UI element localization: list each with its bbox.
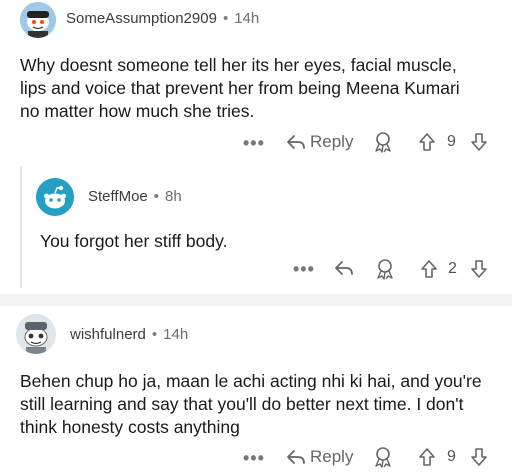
more-options-button[interactable]: ••• — [243, 133, 265, 154]
username[interactable]: SteffMoe — [88, 188, 148, 205]
downvote-arrow-icon — [471, 448, 487, 466]
vote-count: 2 — [448, 260, 457, 277]
thread-line — [20, 166, 22, 288]
snoo-avatar-icon — [16, 314, 56, 354]
award-button[interactable] — [372, 131, 394, 153]
timestamp: 8h — [165, 188, 182, 205]
avatar[interactable] — [36, 178, 74, 216]
downvote-arrow-icon — [471, 133, 487, 151]
reply-button[interactable]: Reply — [286, 132, 353, 152]
comment-body: You forgot her stiff body. — [40, 231, 228, 251]
upvote-button[interactable] — [420, 259, 438, 279]
timestamp: 14h — [234, 10, 260, 27]
award-icon — [375, 447, 391, 468]
separator-dot: • — [151, 326, 158, 343]
vote-count: 9 — [447, 448, 456, 465]
separator-dot: • — [153, 188, 160, 205]
comment-body: Why doesnt someone tell her its her eyes… — [20, 55, 460, 121]
separator-dot: • — [222, 10, 229, 27]
comment-body: Behen chup ho ja, maan le achi acting nh… — [20, 371, 482, 437]
reply-arrow-icon — [287, 450, 305, 464]
comment-header: SomeAssumption2909 • 14h — [66, 10, 259, 27]
upvote-arrow-icon — [421, 260, 437, 278]
vote-count: 9 — [447, 133, 456, 150]
downvote-button[interactable] — [470, 447, 488, 467]
downvote-arrow-icon — [471, 260, 487, 278]
award-button[interactable] — [374, 258, 396, 280]
reply-button[interactable]: Reply — [286, 447, 353, 467]
reply-arrow-icon — [287, 135, 305, 149]
more-options-button[interactable]: ••• — [293, 259, 315, 280]
upvote-button[interactable] — [418, 447, 436, 467]
snoo-avatar-icon — [36, 178, 74, 216]
timestamp: 14h — [163, 326, 189, 343]
snoo-avatar-icon — [20, 2, 56, 38]
upvote-arrow-icon — [419, 133, 435, 151]
reply-label: Reply — [310, 447, 354, 466]
username[interactable]: SomeAssumption2909 — [66, 10, 217, 27]
reply-arrow-icon — [335, 261, 353, 275]
downvote-button[interactable] — [470, 132, 488, 152]
upvote-button[interactable] — [418, 132, 436, 152]
avatar[interactable] — [20, 2, 56, 38]
award-button[interactable] — [372, 446, 394, 468]
reply-label: Reply — [310, 132, 354, 151]
more-options-button[interactable]: ••• — [243, 448, 265, 469]
upvote-arrow-icon — [419, 448, 435, 466]
avatar[interactable] — [16, 314, 56, 354]
reply-button[interactable] — [334, 259, 354, 277]
award-icon — [377, 259, 393, 280]
username[interactable]: wishfulnerd — [70, 326, 146, 343]
downvote-button[interactable] — [470, 259, 488, 279]
comment-header: wishfulnerd • 14h — [70, 326, 188, 343]
comment-header: SteffMoe • 8h — [88, 188, 182, 205]
thread-divider — [0, 294, 512, 306]
award-icon — [375, 132, 391, 153]
